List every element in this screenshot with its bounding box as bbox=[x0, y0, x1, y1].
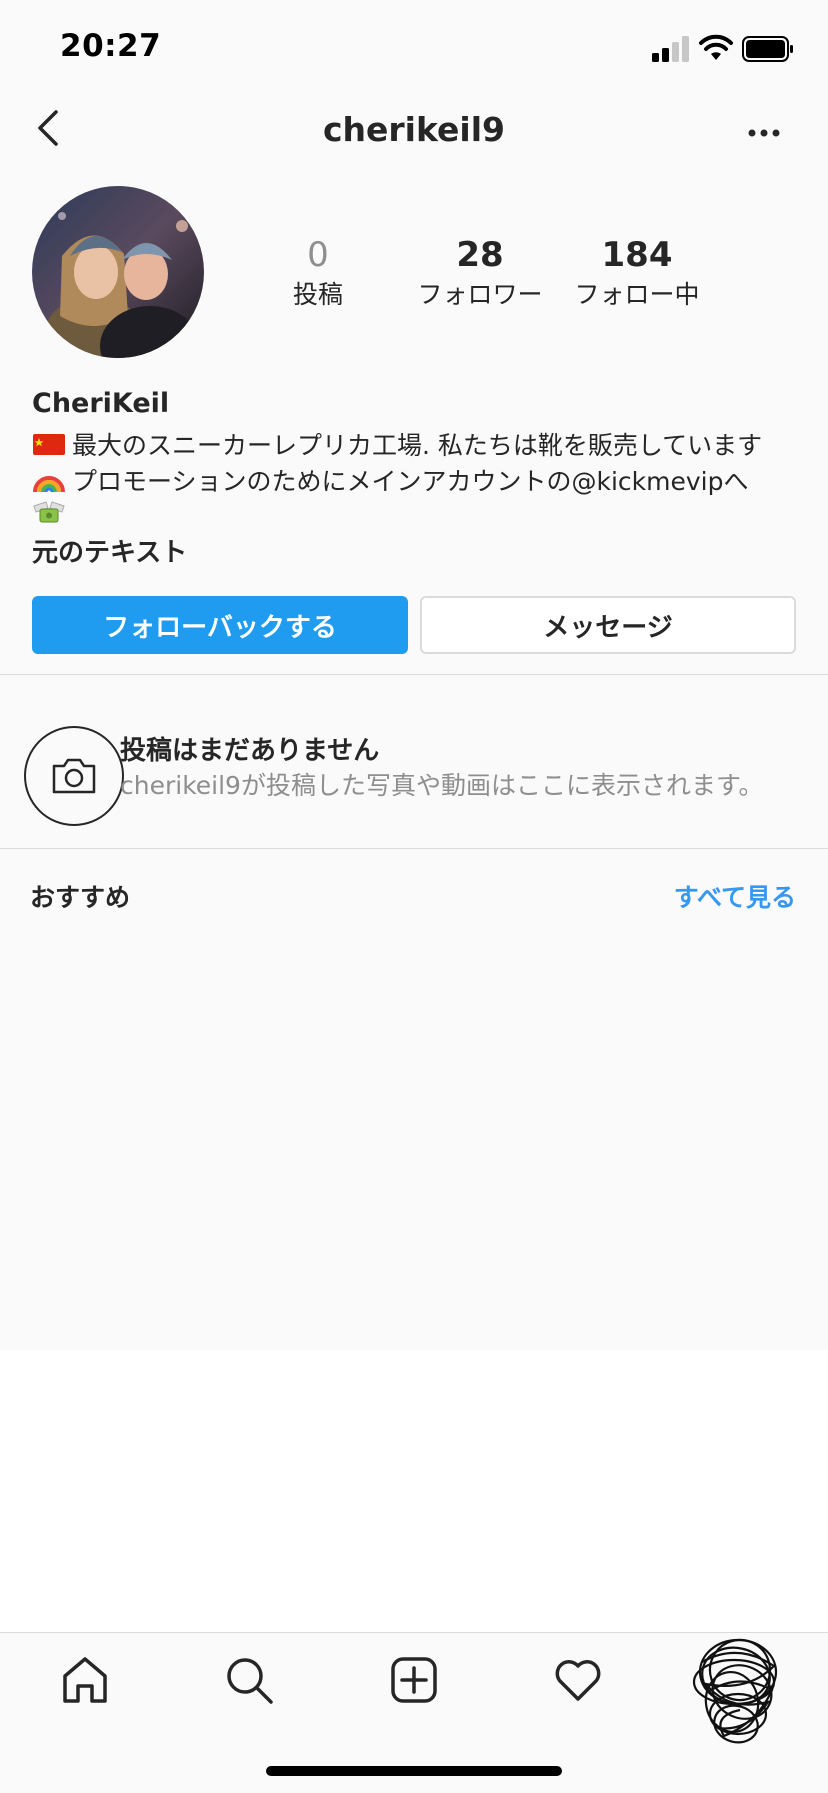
posts-count-value: 0 bbox=[307, 235, 329, 275]
wifi-icon bbox=[699, 34, 733, 60]
bio-line: 最大のスニーカーレプリカ工場. 私たちは靴を販売しています bbox=[32, 426, 762, 462]
following-count[interactable]: 184 フォロー中 bbox=[562, 236, 712, 310]
following-count-label: フォロー中 bbox=[574, 280, 700, 309]
profile-photo bbox=[32, 186, 204, 358]
status-time: 20:27 bbox=[60, 28, 162, 64]
rainbow-icon bbox=[33, 476, 65, 493]
tab-activity[interactable] bbox=[546, 1648, 610, 1712]
bio-line: プロモーションのためにメインアカウントの@kickmevipへ bbox=[32, 462, 749, 498]
content-area bbox=[0, 1350, 828, 1632]
cellular-signal-icon bbox=[652, 36, 689, 62]
following-count-value: 184 bbox=[601, 235, 673, 275]
follow-back-button[interactable]: フォローバックする bbox=[32, 596, 408, 654]
posts-count-label: 投稿 bbox=[292, 280, 343, 309]
page-title: cherikeil9 bbox=[322, 110, 506, 149]
profile-avatar-scribble-icon bbox=[692, 1638, 778, 1744]
empty-posts-subtitle: cherikeil9が投稿した写真や動画はここに表示されます。 bbox=[120, 771, 764, 800]
tab-search[interactable] bbox=[217, 1648, 281, 1712]
china-flag-icon bbox=[33, 434, 65, 455]
see-all-link[interactable]: すべて見る bbox=[674, 878, 796, 914]
bio-text-2: プロモーションのためにメインアカウントの@kickmevipへ bbox=[72, 467, 749, 496]
bio-text-1: 最大のスニーカーレプリカ工場. 私たちは靴を販売しています bbox=[72, 431, 763, 460]
followers-count[interactable]: 28 フォロワー bbox=[400, 236, 560, 310]
divider bbox=[0, 848, 828, 849]
bio-line bbox=[32, 498, 72, 526]
search-icon bbox=[227, 1658, 273, 1704]
display-name: CheriKeil bbox=[32, 388, 170, 419]
more-options-button[interactable] bbox=[744, 118, 784, 148]
battery-icon bbox=[742, 36, 793, 62]
tab-new-post[interactable] bbox=[382, 1648, 446, 1712]
new-post-icon bbox=[391, 1657, 437, 1703]
see-original-text-link[interactable]: 元のテキスト bbox=[32, 532, 187, 569]
empty-posts-title: 投稿はまだありません bbox=[120, 736, 380, 766]
tab-home[interactable] bbox=[53, 1648, 117, 1712]
profile-avatar[interactable] bbox=[32, 186, 204, 358]
divider bbox=[0, 674, 828, 675]
tab-profile[interactable] bbox=[688, 1632, 788, 1752]
camera-circle bbox=[24, 726, 124, 826]
message-button[interactable]: メッセージ bbox=[420, 596, 796, 654]
activity-heart-icon bbox=[555, 1660, 601, 1701]
followers-count-label: フォロワー bbox=[417, 280, 543, 309]
followers-count-value: 28 bbox=[456, 235, 504, 275]
home-icon bbox=[63, 1657, 107, 1703]
recommendations-title: おすすめ bbox=[30, 883, 131, 912]
money-with-wings-icon bbox=[33, 501, 65, 523]
home-indicator bbox=[266, 1766, 562, 1776]
camera-icon bbox=[52, 758, 96, 794]
posts-count: 0 投稿 bbox=[268, 236, 368, 310]
